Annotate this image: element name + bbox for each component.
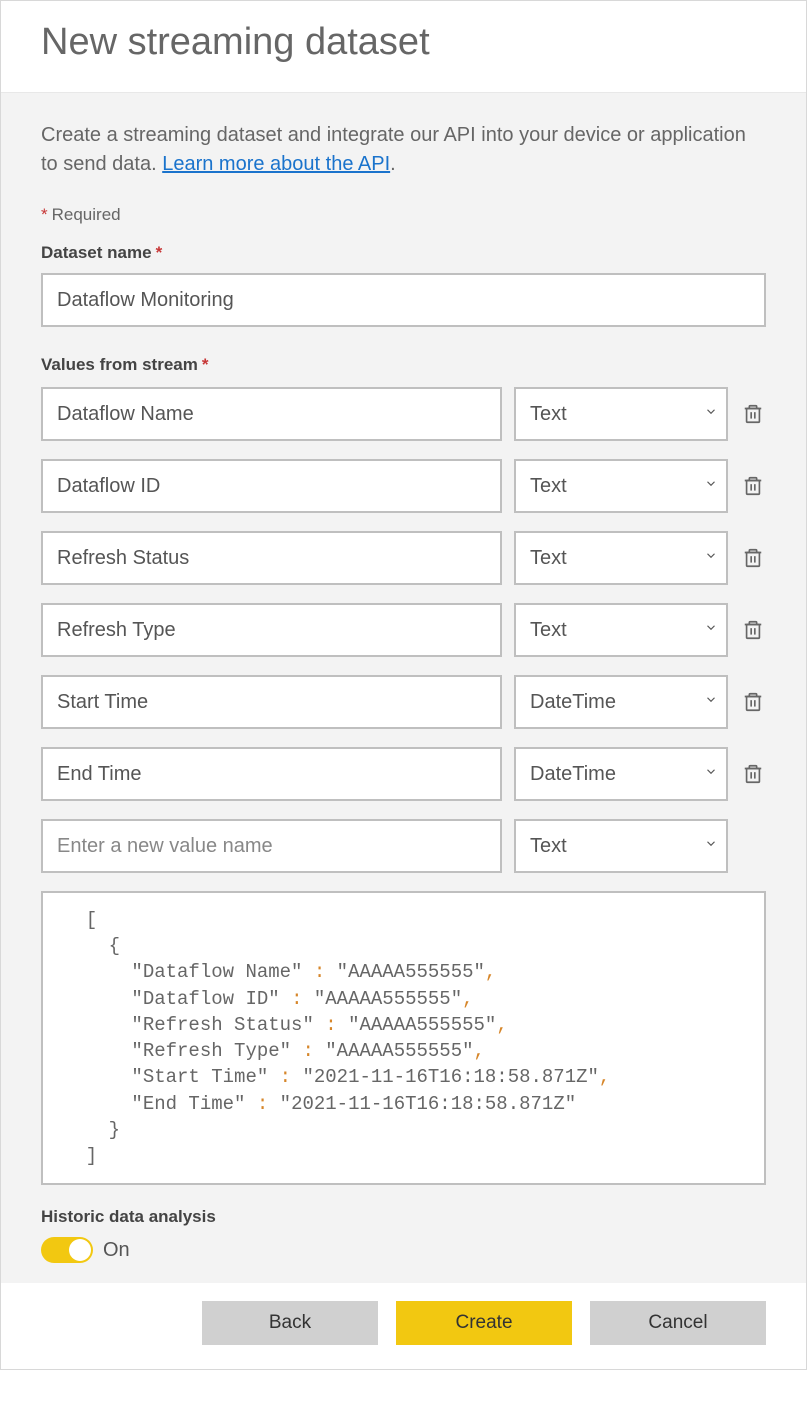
cancel-button[interactable]: Cancel: [590, 1301, 766, 1345]
value-name-input[interactable]: [41, 675, 502, 729]
page-title: New streaming dataset: [41, 21, 766, 64]
value-type-select[interactable]: TextNumberDateTime: [514, 819, 728, 873]
value-type-select[interactable]: TextNumberDateTime: [514, 531, 728, 585]
stream-value-row: TextNumberDateTime: [41, 603, 766, 657]
historic-label: Historic data analysis: [41, 1207, 766, 1227]
stream-value-row: TextNumberDateTime: [41, 459, 766, 513]
delete-icon[interactable]: [740, 761, 766, 787]
dataset-name-field: Dataset name*: [41, 243, 766, 327]
delete-icon[interactable]: [740, 545, 766, 571]
value-name-input[interactable]: [41, 747, 502, 801]
toggle-knob: [69, 1239, 91, 1261]
value-name-input[interactable]: [41, 387, 502, 441]
required-indicator: *Required: [41, 205, 766, 225]
values-from-stream-section: Values from stream* TextNumberDateTimeTe…: [41, 355, 766, 873]
dataset-name-input[interactable]: [41, 273, 766, 327]
dialog-body: Create a streaming dataset and integrate…: [1, 93, 806, 1283]
delete-icon[interactable]: [740, 401, 766, 427]
stream-rows: TextNumberDateTime TextNumberDateTime Text…: [41, 387, 766, 873]
back-button[interactable]: Back: [202, 1301, 378, 1345]
value-type-select[interactable]: TextNumberDateTime: [514, 675, 728, 729]
stream-value-row: TextNumberDateTime: [41, 531, 766, 585]
json-preview: [ { "Dataflow Name" : "AAAAA555555", "Da…: [41, 891, 766, 1185]
stream-value-row: TextNumberDateTime: [41, 387, 766, 441]
new-value-name-input[interactable]: [41, 819, 502, 873]
dialog-header: New streaming dataset: [1, 1, 806, 93]
value-type-select[interactable]: TextNumberDateTime: [514, 459, 728, 513]
stream-value-row: TextNumberDateTime: [41, 675, 766, 729]
value-type-select[interactable]: TextNumberDateTime: [514, 747, 728, 801]
description-text: Create a streaming dataset and integrate…: [41, 121, 766, 179]
value-type-select[interactable]: TextNumberDateTime: [514, 387, 728, 441]
value-name-input[interactable]: [41, 603, 502, 657]
delete-icon[interactable]: [740, 617, 766, 643]
learn-more-link[interactable]: Learn more about the API: [162, 153, 390, 175]
dataset-name-label: Dataset name*: [41, 243, 766, 263]
toggle-row: On: [41, 1237, 766, 1263]
create-button[interactable]: Create: [396, 1301, 572, 1345]
historic-data-section: Historic data analysis On: [41, 1207, 766, 1263]
stream-value-new-row: TextNumberDateTime: [41, 819, 766, 873]
delete-icon[interactable]: [740, 689, 766, 715]
asterisk-icon: *: [156, 243, 163, 262]
historic-toggle[interactable]: [41, 1237, 93, 1263]
values-label: Values from stream*: [41, 355, 766, 375]
stream-value-row: TextNumberDateTime: [41, 747, 766, 801]
value-type-select[interactable]: TextNumberDateTime: [514, 603, 728, 657]
streaming-dataset-dialog: New streaming dataset Create a streaming…: [0, 0, 807, 1370]
asterisk-icon: *: [202, 355, 209, 374]
dialog-footer: Back Create Cancel: [1, 1283, 806, 1369]
value-name-input[interactable]: [41, 459, 502, 513]
toggle-state-label: On: [103, 1239, 130, 1262]
asterisk-icon: *: [41, 205, 48, 224]
value-name-input[interactable]: [41, 531, 502, 585]
delete-icon[interactable]: [740, 473, 766, 499]
